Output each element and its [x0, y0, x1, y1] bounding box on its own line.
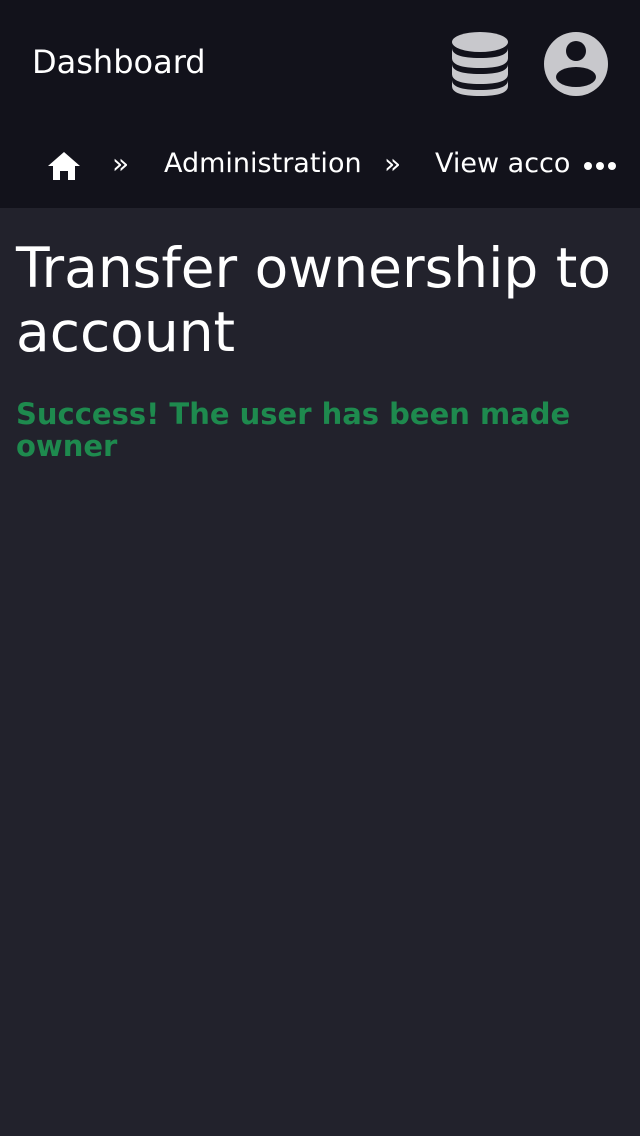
success-message: Success! The user has been made owner [16, 397, 571, 463]
top-navbar: Dashboard » Administration » View accoun… [0, 0, 640, 208]
user-account-icon[interactable] [542, 30, 610, 98]
database-icon[interactable] [448, 30, 512, 98]
home-icon[interactable] [44, 148, 84, 184]
more-horizontal-icon[interactable] [580, 154, 620, 178]
breadcrumb-separator: » [384, 147, 402, 180]
dashboard-link[interactable]: Dashboard [32, 42, 206, 82]
breadcrumb: » Administration » View account [0, 128, 640, 200]
breadcrumb-item-administration[interactable]: Administration [164, 146, 362, 182]
breadcrumb-separator: » [112, 147, 130, 180]
breadcrumb-item-view-account[interactable]: View account [435, 146, 569, 182]
page-title: Transfer ownership to account [16, 236, 611, 364]
